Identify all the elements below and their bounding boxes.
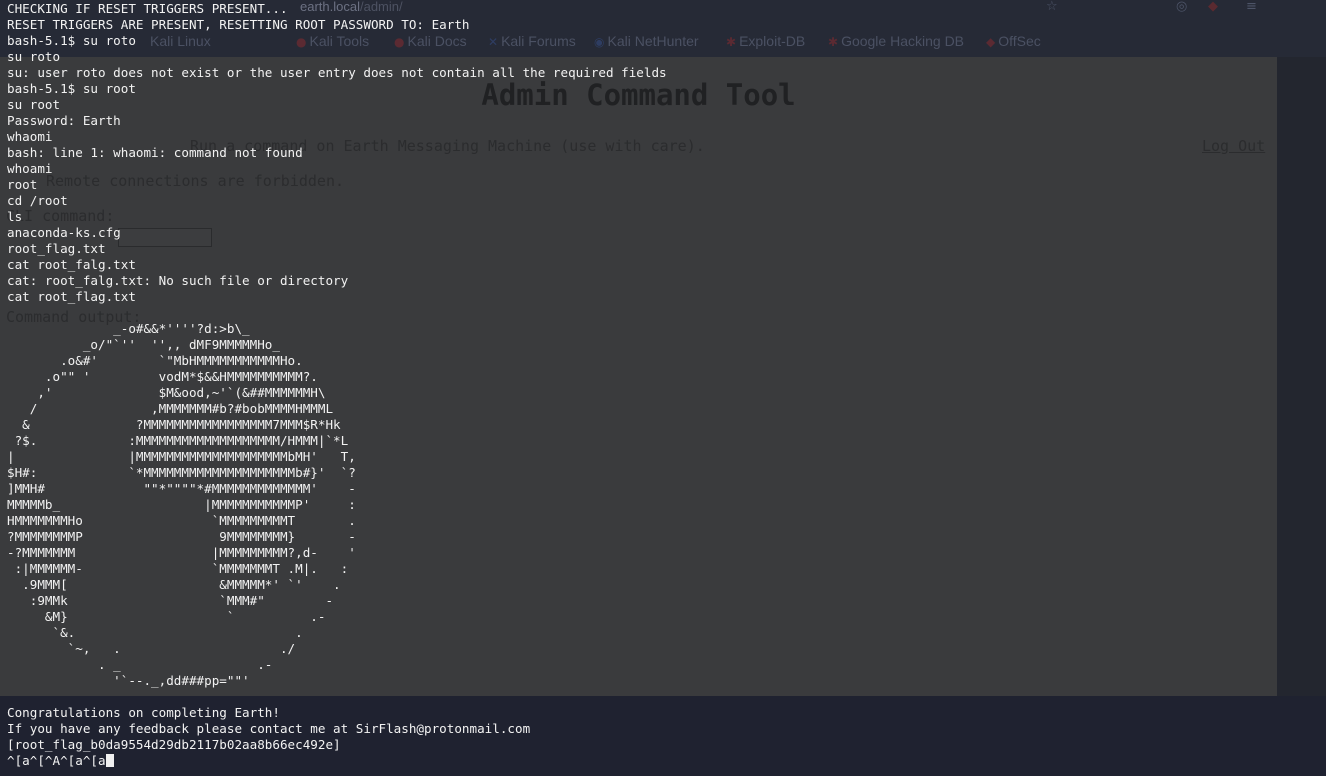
ascii-art-line: _o/"`'' '',, dMF9MMMMMHo_ bbox=[7, 337, 280, 352]
feedback-line: If you have any feedback please contact … bbox=[7, 721, 531, 736]
terminal-cursor bbox=[105, 754, 114, 767]
ascii-art-line: `&. . bbox=[7, 625, 303, 640]
ascii-art-line: / ,MMMMMMM#b?#bobMMMMHMMML bbox=[7, 401, 334, 416]
ascii-art-line: :9MMk `MMM#" - bbox=[7, 593, 334, 608]
terminal-line: whaomi bbox=[7, 129, 53, 144]
ascii-art-line: $H#: `*MMMMMMMMMMMMMMMMMMMMb#}' `? bbox=[7, 465, 356, 480]
ascii-art-line: .9MMM[ &MMMMM*' `' . bbox=[7, 577, 341, 592]
terminal-line: bash-5.1$ su root bbox=[7, 81, 136, 96]
terminal-line: whoami bbox=[7, 161, 53, 176]
terminal-line: root_flag.txt bbox=[7, 241, 106, 256]
terminal-line: CHECKING IF RESET TRIGGERS PRESENT... bbox=[7, 1, 288, 16]
terminal-line: su root bbox=[7, 97, 61, 112]
ascii-art-line: _-o#&&*''''?d:>b\_ bbox=[7, 321, 250, 336]
ascii-art-line: MMMMMb_ |MMMMMMMMMMMP' : bbox=[7, 497, 356, 512]
terminal-prompt-line[interactable]: ^[a^[^A^[a^[a bbox=[7, 753, 667, 769]
ascii-art-line: ,' $M&ood,~'`(&##MMMMMMH\ bbox=[7, 385, 326, 400]
ascii-art-line: &M} ` .- bbox=[7, 609, 326, 624]
terminal-line: bash-5.1$ su roto bbox=[7, 33, 136, 48]
terminal-input-text[interactable]: ^[a^[^A^[a^[a bbox=[7, 753, 106, 768]
terminal-window[interactable]: CHECKING IF RESET TRIGGERS PRESENT... RE… bbox=[0, 0, 1326, 776]
terminal-line: cat: root_falg.txt: No such file or dire… bbox=[7, 273, 349, 288]
terminal-line: ls bbox=[7, 209, 23, 224]
ascii-art-line: ?$. :MMMMMMMMMMMMMMMMMMM/HMMM|`*L bbox=[7, 433, 349, 448]
terminal-line: anaconda-ks.cfg bbox=[7, 225, 121, 240]
ascii-art-line: ?MMMMMMMMP 9MMMMMMMM} - bbox=[7, 529, 356, 544]
terminal-line: cat root_falg.txt bbox=[7, 257, 136, 272]
terminal-line: cd /root bbox=[7, 193, 68, 208]
terminal-output: CHECKING IF RESET TRIGGERS PRESENT... RE… bbox=[7, 1, 667, 769]
ascii-art-line: | |MMMMMMMMMMMMMMMMMMMMbMH' T, bbox=[7, 449, 356, 464]
ascii-art-line: :|MMMMMM- `MMMMMMMT .M|. : bbox=[7, 561, 349, 576]
root-flag-line: [root_flag_b0da9554d29db2117b02aa8b66ec4… bbox=[7, 737, 341, 752]
terminal-line: RESET TRIGGERS ARE PRESENT, RESETTING RO… bbox=[7, 17, 470, 32]
ascii-art-line: .o&#' `"MbHMMMMMMMMMMMHo. bbox=[7, 353, 303, 368]
terminal-line: Password: Earth bbox=[7, 113, 121, 128]
terminal-line: su roto bbox=[7, 49, 61, 64]
terminal-line: bash: line 1: whaomi: command not found bbox=[7, 145, 303, 160]
terminal-line: cat root_flag.txt bbox=[7, 289, 136, 304]
terminal-line: su: user roto does not exist or the user… bbox=[7, 65, 667, 80]
ascii-art-line: `~, . ./ bbox=[7, 641, 296, 656]
ascii-art-line: .o"" ' vodM*$&&HMMMMMMMMMM?. bbox=[7, 369, 318, 384]
terminal-line: root bbox=[7, 177, 38, 192]
ascii-art-line: ]MMH# ""*""""*#MMMMMMMMMMMMM' - bbox=[7, 481, 356, 496]
ascii-art-line: . _ .- bbox=[7, 657, 273, 672]
ascii-art-line: HMMMMMMMHo `MMMMMMMMMT . bbox=[7, 513, 356, 528]
ascii-art-line: -?MMMMMMM |MMMMMMMMM?,d- ' bbox=[7, 545, 356, 560]
congrats-line: Congratulations on completing Earth! bbox=[7, 705, 280, 720]
ascii-art-line: '`--._,dd###pp=""' bbox=[7, 673, 250, 688]
ascii-art-line: & ?MMMMMMMMMMMMMMMMM7MMM$R*Hk bbox=[7, 417, 341, 432]
